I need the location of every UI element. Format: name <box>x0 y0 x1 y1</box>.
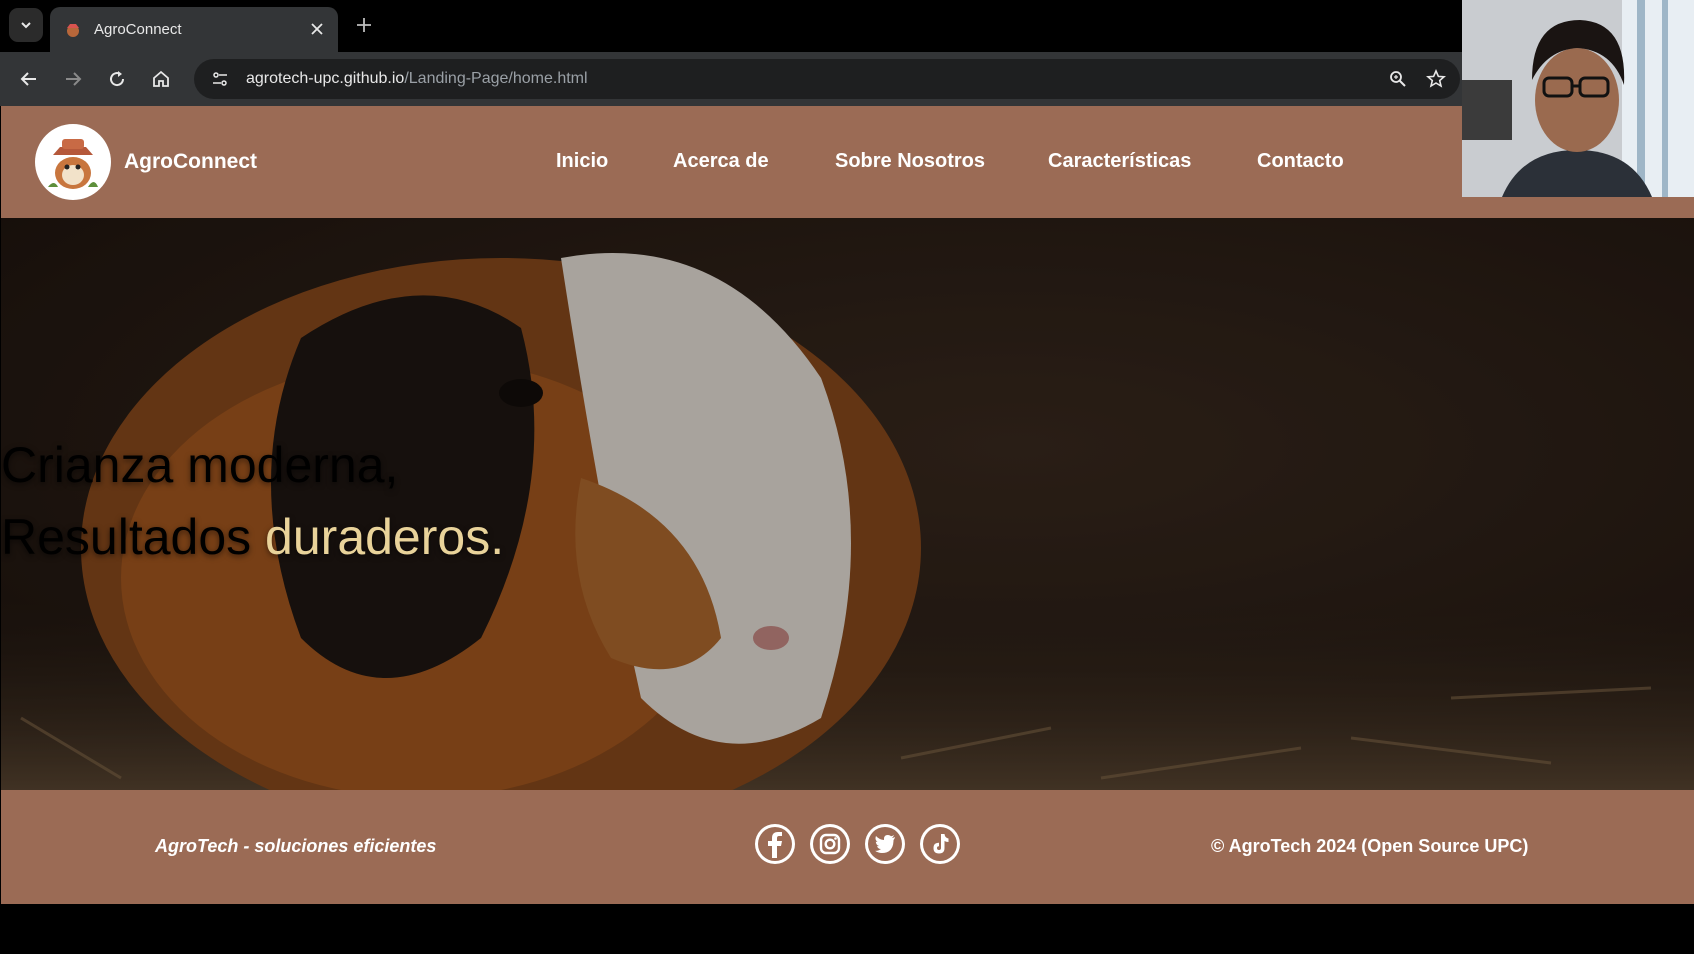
url-path: /Landing-Page/home.html <box>404 70 588 87</box>
nav-acerca-de[interactable]: Acerca de <box>673 150 769 173</box>
forward-arrow-icon[interactable] <box>58 64 88 94</box>
tab-search-button[interactable] <box>9 8 43 42</box>
tiktok-icon[interactable] <box>920 824 960 864</box>
footer-tagline: AgroTech - soluciones eficientes <box>155 836 437 856</box>
nav-sobre-nosotros[interactable]: Sobre Nosotros <box>835 150 985 173</box>
chevron-down-icon <box>21 22 31 29</box>
bookmark-star-icon[interactable] <box>1422 65 1450 93</box>
address-bar[interactable]: agrotech-upc.github.io/Landing-Page/home… <box>194 59 1460 99</box>
zoom-search-icon[interactable] <box>1384 65 1412 93</box>
webcam-overlay <box>1462 0 1694 197</box>
main-navigation: Inicio Acerca de Sobre Nosotros Caracter… <box>1 150 1451 180</box>
hero-headline-line1: Crianza moderna, <box>1 437 399 493</box>
guinea-pig-hero-image <box>1 218 1694 790</box>
home-icon[interactable] <box>146 64 176 94</box>
nav-caracteristicas[interactable]: Características <box>1048 150 1191 173</box>
new-tab-plus-icon[interactable] <box>352 13 376 37</box>
instagram-icon[interactable] <box>810 824 850 864</box>
browser-toolbar: agrotech-upc.github.io/Landing-Page/home… <box>0 52 1694 106</box>
nav-inicio[interactable]: Inicio <box>556 150 608 173</box>
url-host: agrotech-upc.github.io <box>246 70 405 87</box>
nav-contacto[interactable]: Contacto <box>1257 150 1344 173</box>
browser-tab-bar: AgroConnect <box>0 0 1694 52</box>
webcam-person-image <box>1462 0 1694 197</box>
hero-section: Crianza moderna, Resultados duraderos. <box>1 218 1694 790</box>
twitter-icon[interactable] <box>865 824 905 864</box>
tab-title: AgroConnect <box>94 21 182 38</box>
hero-line2-text: Resultados <box>1 509 266 565</box>
landing-page: AgroConnect Inicio Acerca de Sobre Nosot… <box>1 106 1694 904</box>
back-arrow-icon[interactable] <box>14 64 44 94</box>
facebook-icon[interactable] <box>755 824 795 864</box>
browser-tab[interactable]: AgroConnect <box>50 7 338 52</box>
copyright-text: © AgroTech 2024 (Open Source UPC) <box>1211 836 1529 856</box>
hero-accent-word: duraderos. <box>265 509 505 565</box>
reload-icon[interactable] <box>102 64 132 94</box>
agroconnect-favicon-icon <box>64 21 82 39</box>
url-text: agrotech-upc.github.io/Landing-Page/home… <box>246 70 588 88</box>
site-header: AgroConnect Inicio Acerca de Sobre Nosot… <box>1 106 1694 218</box>
site-info-icon[interactable] <box>206 65 234 93</box>
screen-bottom-bar <box>0 904 1694 954</box>
hero-headline-line2: Resultados duraderos. <box>1 508 1694 566</box>
site-footer: AgroTech - soluciones eficientes © AgroT… <box>1 790 1694 904</box>
close-tab-icon[interactable] <box>308 20 326 38</box>
